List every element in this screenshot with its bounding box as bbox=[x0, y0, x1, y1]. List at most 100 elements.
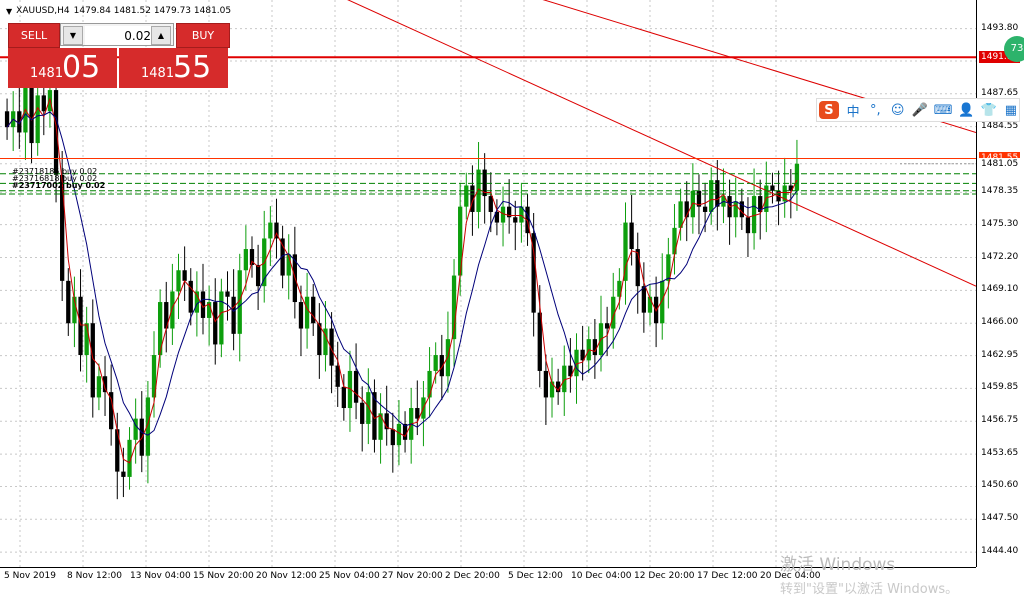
notification-badge[interactable]: 73 bbox=[1004, 36, 1024, 62]
candle-body bbox=[360, 402, 365, 424]
candle-body bbox=[66, 280, 71, 324]
candle-body bbox=[78, 296, 83, 356]
candle-body bbox=[464, 185, 469, 207]
chart-area[interactable]: ▼ XAUUSD,H4 1479.84 1481.52 1479.73 1481… bbox=[0, 0, 976, 567]
candle-body bbox=[341, 386, 346, 409]
one-click-trading-panel: SELL ▼ ▲ BUY 1481 05 1481 55 bbox=[8, 23, 230, 89]
bid-price-tag: 1481.05 bbox=[979, 157, 1021, 170]
microphone-icon[interactable]: 🎤 bbox=[912, 101, 928, 119]
candle-body bbox=[213, 302, 218, 345]
time-tick-label: 10 Dec 04:00 bbox=[571, 571, 632, 581]
lot-decrease-icon[interactable]: ▼ bbox=[63, 26, 83, 45]
ask-prefix: 1481 bbox=[141, 66, 175, 81]
ime-toolbar: S 中 °, ☺ 🎤 ⌨ 👤 👕 ▦ bbox=[816, 98, 1020, 122]
candle-body bbox=[641, 286, 647, 313]
candle-body bbox=[84, 323, 89, 356]
time-tick-label: 13 Nov 04:00 bbox=[130, 571, 191, 581]
candle-body bbox=[433, 355, 438, 371]
price-axis[interactable]: 1493.801490.751487.651484.551481.051478.… bbox=[976, 0, 1024, 567]
moving-average-fast bbox=[6, 97, 798, 464]
punctuation-icon[interactable]: °, bbox=[867, 101, 883, 119]
price-tick-label: 1450.60 bbox=[981, 480, 1019, 491]
candle-body bbox=[29, 84, 34, 144]
chinese-mode-icon[interactable]: 中 bbox=[845, 101, 861, 120]
chart-title: ▼ XAUUSD,H4 1479.84 1481.52 1479.73 1481… bbox=[6, 6, 231, 16]
price-tick-label: 1456.75 bbox=[981, 415, 1019, 426]
time-tick-label: 5 Dec 12:00 bbox=[508, 571, 563, 581]
candle-body bbox=[702, 206, 708, 212]
price-tick-label: 1487.65 bbox=[981, 87, 1019, 98]
price-tick-label: 1472.20 bbox=[981, 251, 1019, 262]
price-tick-label: 1484.55 bbox=[981, 120, 1019, 131]
lot-increase-icon[interactable]: ▲ bbox=[151, 26, 171, 45]
lot-size-stepper[interactable]: ▼ ▲ bbox=[60, 23, 174, 46]
price-tick-label: 1462.95 bbox=[981, 349, 1019, 360]
candle-body bbox=[109, 392, 114, 430]
collapse-arrow-icon[interactable]: ▼ bbox=[6, 7, 12, 16]
ask-big-digits: 55 bbox=[173, 50, 212, 85]
price-tick-label: 1478.35 bbox=[981, 186, 1019, 197]
bid-prefix: 1481 bbox=[30, 66, 64, 81]
time-tick-label: 20 Nov 12:00 bbox=[256, 571, 317, 581]
candle-body bbox=[366, 392, 371, 424]
trendline bbox=[347, 0, 976, 287]
price-tick-label: 1475.30 bbox=[981, 218, 1019, 229]
candle-body bbox=[41, 95, 46, 112]
skin-icon[interactable]: 👕 bbox=[980, 101, 996, 119]
candle-body bbox=[543, 370, 549, 398]
time-tick-label: 2 Dec 20:00 bbox=[445, 571, 500, 581]
ask-quote[interactable]: 1481 55 bbox=[119, 48, 228, 88]
candle-body bbox=[96, 376, 102, 398]
candle-body bbox=[715, 180, 720, 207]
candle-body bbox=[182, 270, 187, 281]
candle-body bbox=[53, 90, 59, 175]
candle-body bbox=[604, 323, 610, 329]
candle-body bbox=[794, 163, 800, 191]
candle-body bbox=[255, 264, 261, 287]
candle-body bbox=[121, 471, 126, 477]
candle-body bbox=[415, 408, 420, 419]
candle-body bbox=[268, 222, 273, 239]
candle-body bbox=[513, 217, 518, 223]
price-tick-label: 1466.00 bbox=[981, 317, 1019, 328]
candle-body bbox=[311, 296, 316, 324]
candle-body bbox=[231, 296, 236, 334]
bid-quote[interactable]: 1481 05 bbox=[8, 48, 117, 88]
user-icon[interactable]: 👤 bbox=[958, 101, 974, 119]
time-tick-label: 8 Nov 12:00 bbox=[67, 571, 122, 581]
candle-body bbox=[243, 249, 249, 271]
candle-body bbox=[733, 201, 738, 218]
candle-body bbox=[176, 270, 181, 292]
time-tick-label: 17 Dec 12:00 bbox=[697, 571, 758, 581]
candle-body bbox=[770, 185, 775, 191]
order-label[interactable]: #23717002 buy 0.02 bbox=[12, 182, 105, 190]
time-tick-label: 5 Nov 2019 bbox=[4, 571, 56, 581]
candle-body bbox=[170, 291, 175, 329]
lot-size-input[interactable] bbox=[85, 26, 153, 45]
candle-body bbox=[488, 196, 493, 212]
sogou-logo-icon[interactable]: S bbox=[819, 101, 839, 119]
price-tick-label: 1493.80 bbox=[981, 22, 1019, 33]
order-labels: #23718185 buy 0.02 #23716818 buy 0.02 #2… bbox=[12, 168, 105, 190]
time-tick-label: 15 Nov 20:00 bbox=[193, 571, 254, 581]
price-tick-label: 1459.85 bbox=[981, 382, 1019, 393]
price-tick-label: 1469.10 bbox=[981, 284, 1019, 295]
candle-body bbox=[745, 217, 751, 234]
moving-average-slow bbox=[6, 111, 798, 436]
candle-body bbox=[396, 423, 402, 446]
bid-big-digits: 05 bbox=[62, 50, 101, 85]
buy-button[interactable]: BUY bbox=[176, 23, 230, 48]
time-tick-label: 27 Nov 20:00 bbox=[382, 571, 443, 581]
candle-body bbox=[298, 302, 304, 329]
time-tick-label: 12 Dec 20:00 bbox=[634, 571, 695, 581]
activation-watermark: 激活 Windows bbox=[780, 555, 896, 575]
emoji-icon[interactable]: ☺ bbox=[890, 101, 906, 119]
candle-body bbox=[225, 291, 230, 297]
toolbox-icon[interactable]: ▦ bbox=[1003, 101, 1019, 119]
price-tick-label: 1447.50 bbox=[981, 513, 1019, 524]
candle-body bbox=[672, 227, 677, 255]
keyboard-icon[interactable]: ⌨ bbox=[934, 101, 953, 119]
time-tick-label: 25 Nov 04:00 bbox=[319, 571, 380, 581]
sell-button[interactable]: SELL bbox=[8, 23, 60, 48]
candle-body bbox=[390, 429, 395, 446]
